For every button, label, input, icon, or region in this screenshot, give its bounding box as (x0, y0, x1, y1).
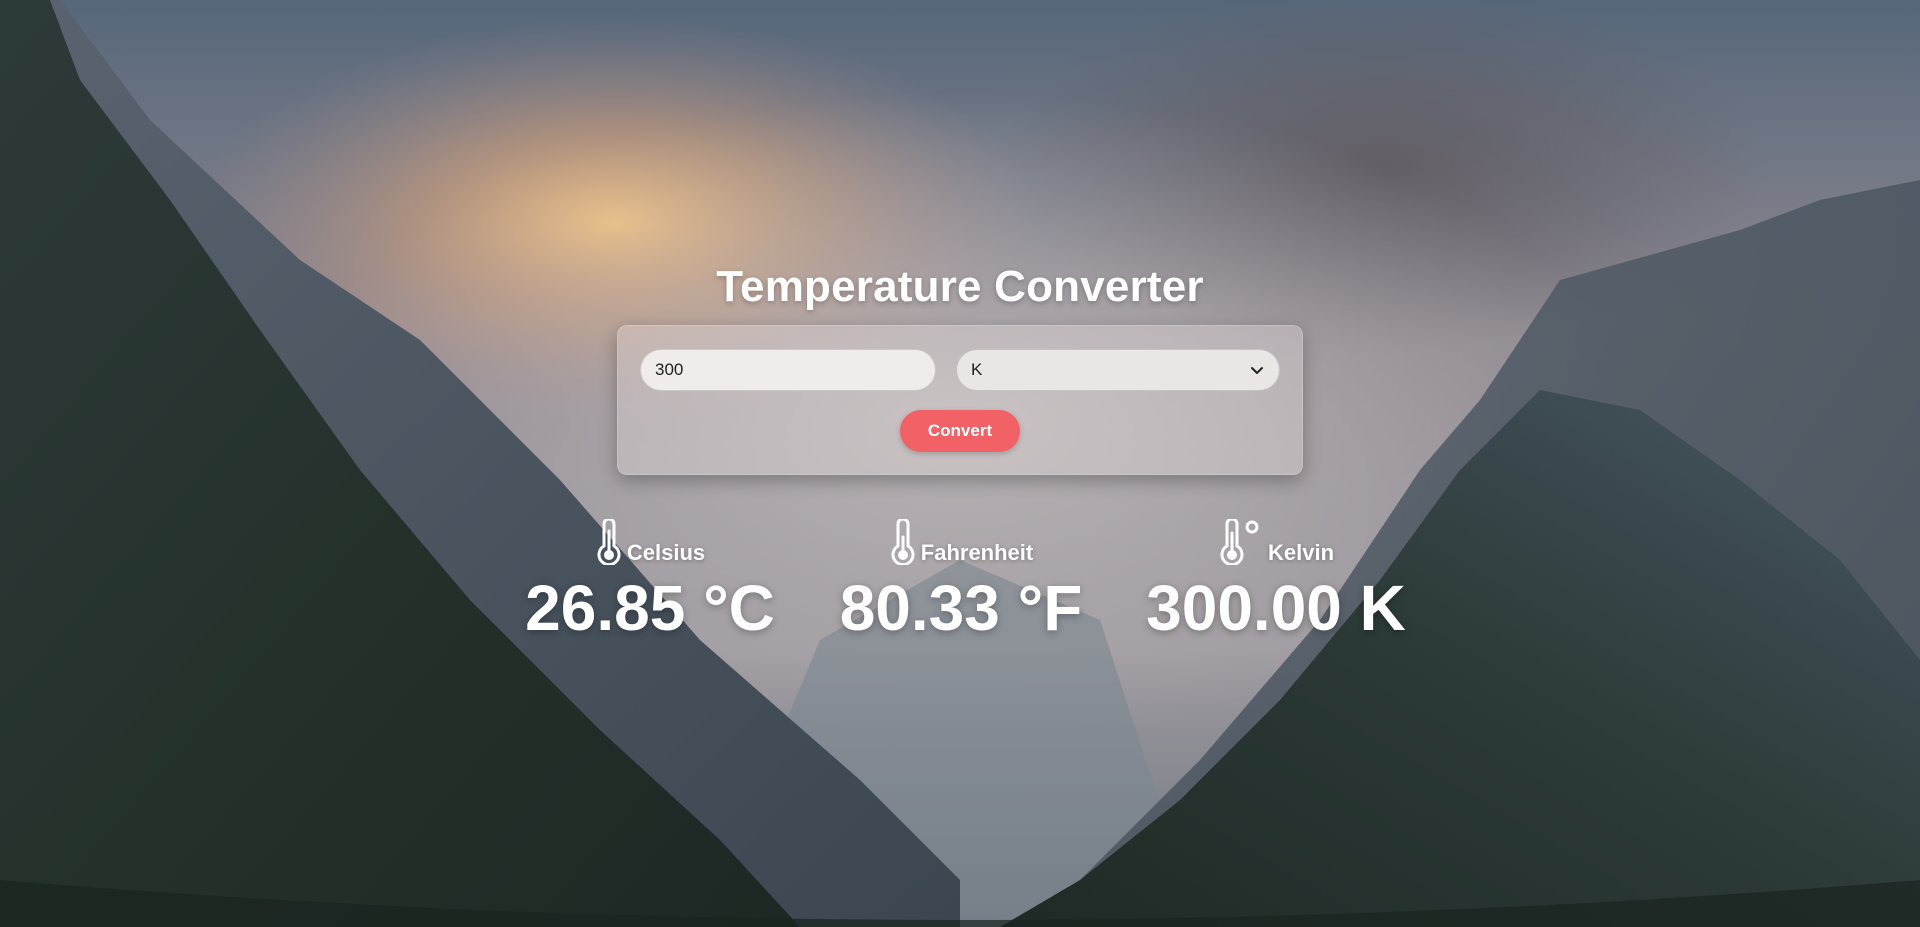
kelvin-value: 300.00 K (1146, 572, 1406, 644)
thermometer-degree-icon (1218, 517, 1264, 570)
result-fahrenheit: Fahrenheit 80.33 °F (838, 517, 1084, 644)
celsius-label: Celsius (626, 540, 706, 565)
convert-button[interactable]: Convert (900, 410, 1020, 452)
celsius-value: 26.85 °C (525, 572, 775, 644)
unit-select-value: K (971, 360, 983, 379)
fahrenheit-value: 80.33 °F (839, 572, 1083, 644)
result-kelvin: Kelvin 300.00 K (1145, 517, 1407, 644)
fahrenheit-label: Fahrenheit (920, 540, 1034, 565)
thermometer-icon (595, 517, 623, 570)
page-title: Temperature Converter (716, 262, 1204, 311)
kelvin-label: Kelvin (1267, 540, 1335, 565)
page: Temperature Converter K Convert (0, 0, 1920, 927)
chevron-down-icon (1249, 362, 1265, 378)
converter-card: K Convert (617, 325, 1303, 475)
unit-select[interactable]: K (956, 349, 1280, 391)
temperature-converter-app: Temperature Converter K Convert (0, 0, 1920, 927)
temperature-input[interactable] (640, 349, 936, 391)
thermometer-icon (889, 517, 917, 570)
result-celsius: Celsius 26.85 °C (525, 517, 775, 644)
